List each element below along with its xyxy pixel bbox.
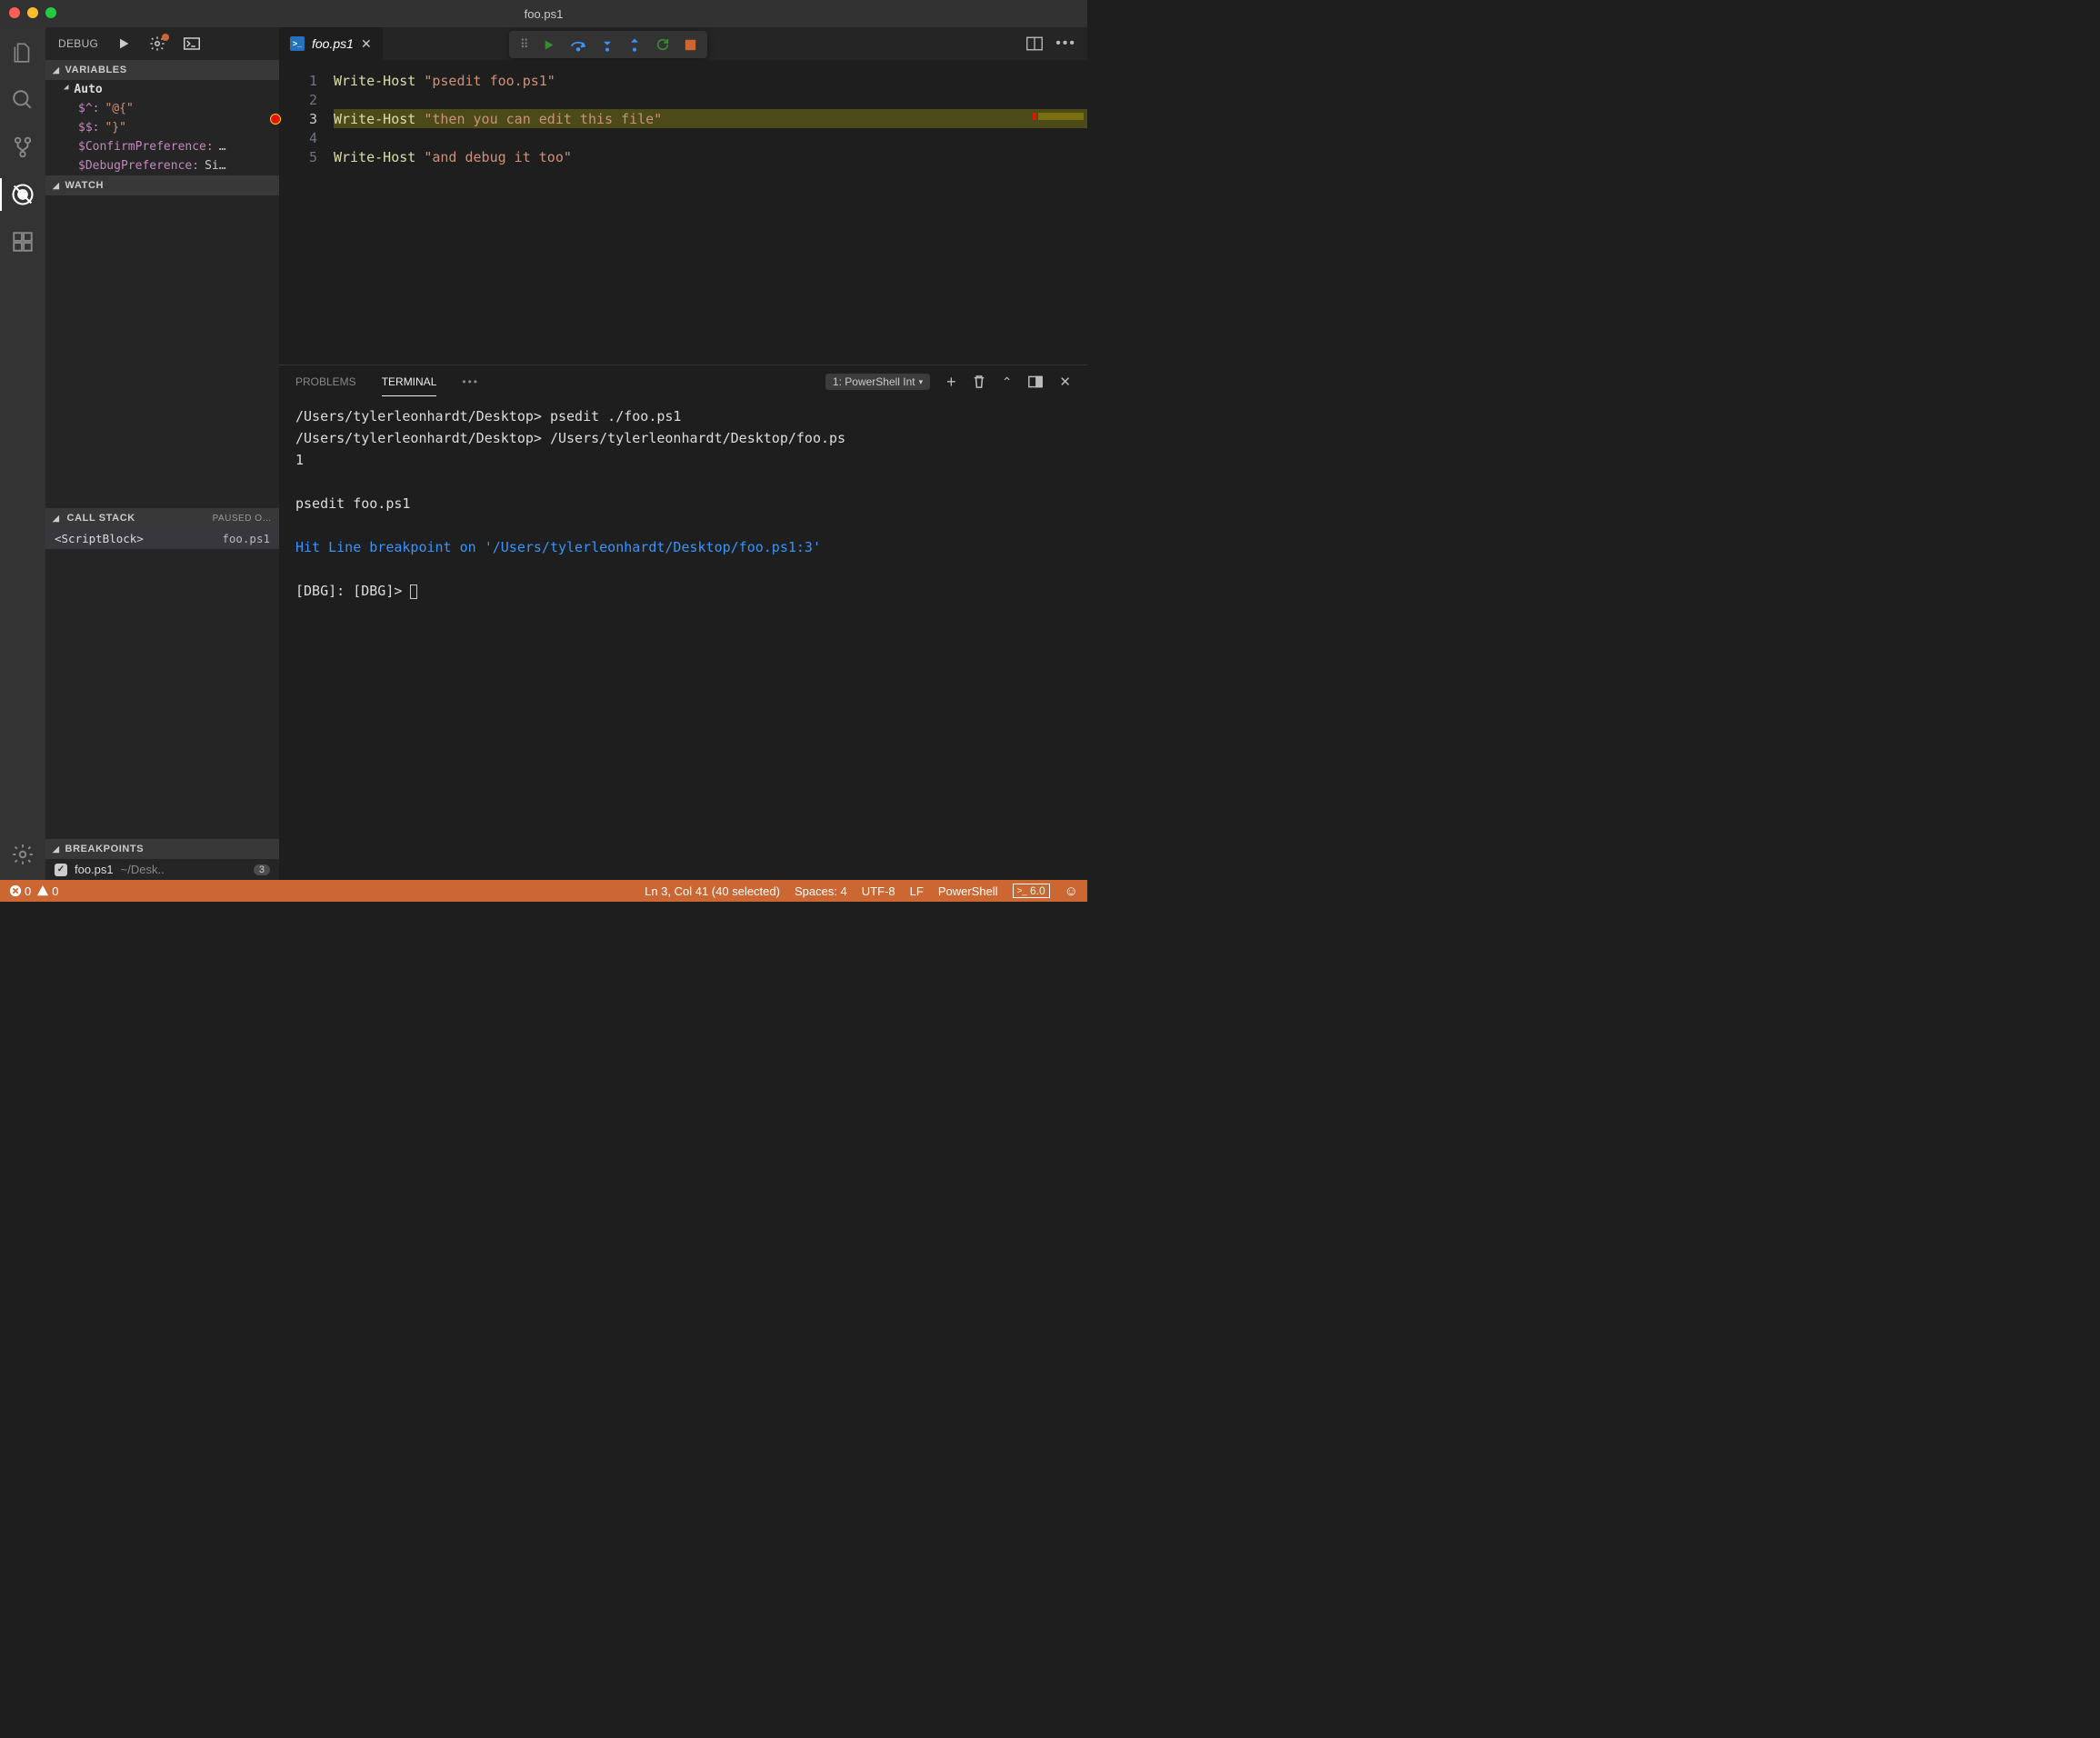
watch-section xyxy=(45,195,279,508)
eol[interactable]: LF xyxy=(910,884,924,898)
debug-console-icon[interactable] xyxy=(184,37,200,50)
close-panel-icon[interactable]: ✕ xyxy=(1059,374,1071,390)
stop-icon[interactable] xyxy=(685,39,696,51)
variable-scope-auto[interactable]: ◢Auto xyxy=(45,80,279,99)
debug-sidebar: DEBUG ◢VARIABLES ◢Auto $^:"@{" $$:"}" $C… xyxy=(45,27,279,880)
continue-icon[interactable] xyxy=(542,38,555,52)
drag-handle-icon[interactable]: ⠿ xyxy=(520,37,527,52)
breakpoint-dot-icon[interactable] xyxy=(270,114,281,125)
step-into-icon[interactable] xyxy=(601,37,614,52)
breakpoint-row[interactable]: ✓ foo.ps1 ~/Desk.. 3 xyxy=(45,859,279,880)
maximize-window-icon[interactable] xyxy=(45,7,56,18)
breakpoints-section-header[interactable]: ◢BREAKPOINTS xyxy=(45,839,279,859)
panel-position-icon[interactable] xyxy=(1028,375,1043,388)
extensions-icon[interactable] xyxy=(10,229,35,255)
code-editor[interactable]: 1 2 3 4 5 Write-Host "psedit foo.ps1" Wr… xyxy=(279,60,1087,365)
activity-bar xyxy=(0,27,45,880)
tab-terminal[interactable]: TERMINAL xyxy=(382,375,437,396)
powershell-version[interactable]: >_6.0 xyxy=(1013,884,1050,898)
terminal-selector[interactable]: 1: PowerShell Int▾ xyxy=(825,374,930,390)
debug-icon[interactable] xyxy=(10,182,35,207)
warnings-icon[interactable]: 0 xyxy=(36,884,58,898)
step-out-icon[interactable] xyxy=(628,37,641,52)
variable-row[interactable]: $$:"}" xyxy=(45,118,279,137)
line-number: 1 xyxy=(279,71,334,90)
step-over-icon[interactable] xyxy=(570,38,586,52)
panel-maximize-icon[interactable]: ⌃ xyxy=(1002,375,1013,390)
variable-row[interactable]: $ConfirmPreference:… xyxy=(45,137,279,156)
errors-icon[interactable]: 0 xyxy=(9,884,31,898)
tab-problems[interactable]: PROBLEMS xyxy=(295,375,356,388)
title-bar: foo.ps1 xyxy=(0,0,1087,27)
feedback-icon[interactable]: ☺ xyxy=(1065,884,1078,899)
debug-toolbar[interactable]: ⠿ xyxy=(509,31,707,58)
callstack-section-header[interactable]: ◢CALL STACK PAUSED O… xyxy=(45,508,279,528)
callstack-section xyxy=(45,549,279,839)
callstack-frame[interactable]: <ScriptBlock> foo.ps1 xyxy=(45,528,279,549)
window-title: foo.ps1 xyxy=(525,7,564,21)
breakpoint-checkbox[interactable]: ✓ xyxy=(55,864,67,876)
cursor-position[interactable]: Ln 3, Col 41 (40 selected) xyxy=(645,884,780,898)
indentation[interactable]: Spaces: 4 xyxy=(795,884,847,898)
variable-row[interactable]: $^:"@{" xyxy=(45,99,279,118)
line-number: 5 xyxy=(279,147,334,166)
restart-icon[interactable] xyxy=(655,37,670,52)
editor-tabs: >_ foo.ps1 ✕ ⠿ ••• xyxy=(279,27,1087,60)
watch-section-header[interactable]: ◢WATCH xyxy=(45,175,279,195)
language-mode[interactable]: PowerShell xyxy=(938,884,998,898)
explorer-icon[interactable] xyxy=(10,40,35,65)
debug-label: DEBUG xyxy=(58,37,98,50)
powershell-file-icon: >_ xyxy=(290,36,305,51)
terminal-output[interactable]: /Users/tylerleonhardt/Desktop> psedit ./… xyxy=(279,398,1087,880)
split-editor-icon[interactable] xyxy=(1026,36,1043,51)
start-debug-icon[interactable] xyxy=(116,36,131,51)
encoding[interactable]: UTF-8 xyxy=(862,884,895,898)
kill-terminal-icon[interactable] xyxy=(973,375,985,389)
source-control-icon[interactable] xyxy=(10,135,35,160)
line-number: 4 xyxy=(279,128,334,147)
line-number: 2 xyxy=(279,90,334,109)
more-actions-icon[interactable]: ••• xyxy=(1055,35,1076,52)
close-tab-icon[interactable]: ✕ xyxy=(361,36,372,52)
variables-section: ◢Auto $^:"@{" $$:"}" $ConfirmPreference:… xyxy=(45,80,279,175)
new-terminal-icon[interactable]: + xyxy=(946,373,956,392)
search-icon[interactable] xyxy=(10,87,35,113)
close-window-icon[interactable] xyxy=(9,7,20,18)
panel-more-icon[interactable]: ••• xyxy=(462,375,479,388)
status-bar: 0 0 Ln 3, Col 41 (40 selected) Spaces: 4… xyxy=(0,880,1087,902)
line-number: 3 xyxy=(279,109,334,128)
variable-row[interactable]: $DebugPreference:Si… xyxy=(45,156,279,175)
bottom-panel: PROBLEMS TERMINAL ••• 1: PowerShell Int▾… xyxy=(279,365,1087,880)
debug-config-icon[interactable] xyxy=(149,35,165,52)
minimize-window-icon[interactable] xyxy=(27,7,38,18)
minimap[interactable] xyxy=(1033,60,1087,365)
editor-tab-foo[interactable]: >_ foo.ps1 ✕ xyxy=(279,27,383,60)
variables-section-header[interactable]: ◢VARIABLES xyxy=(45,60,279,80)
settings-icon[interactable] xyxy=(10,842,35,867)
